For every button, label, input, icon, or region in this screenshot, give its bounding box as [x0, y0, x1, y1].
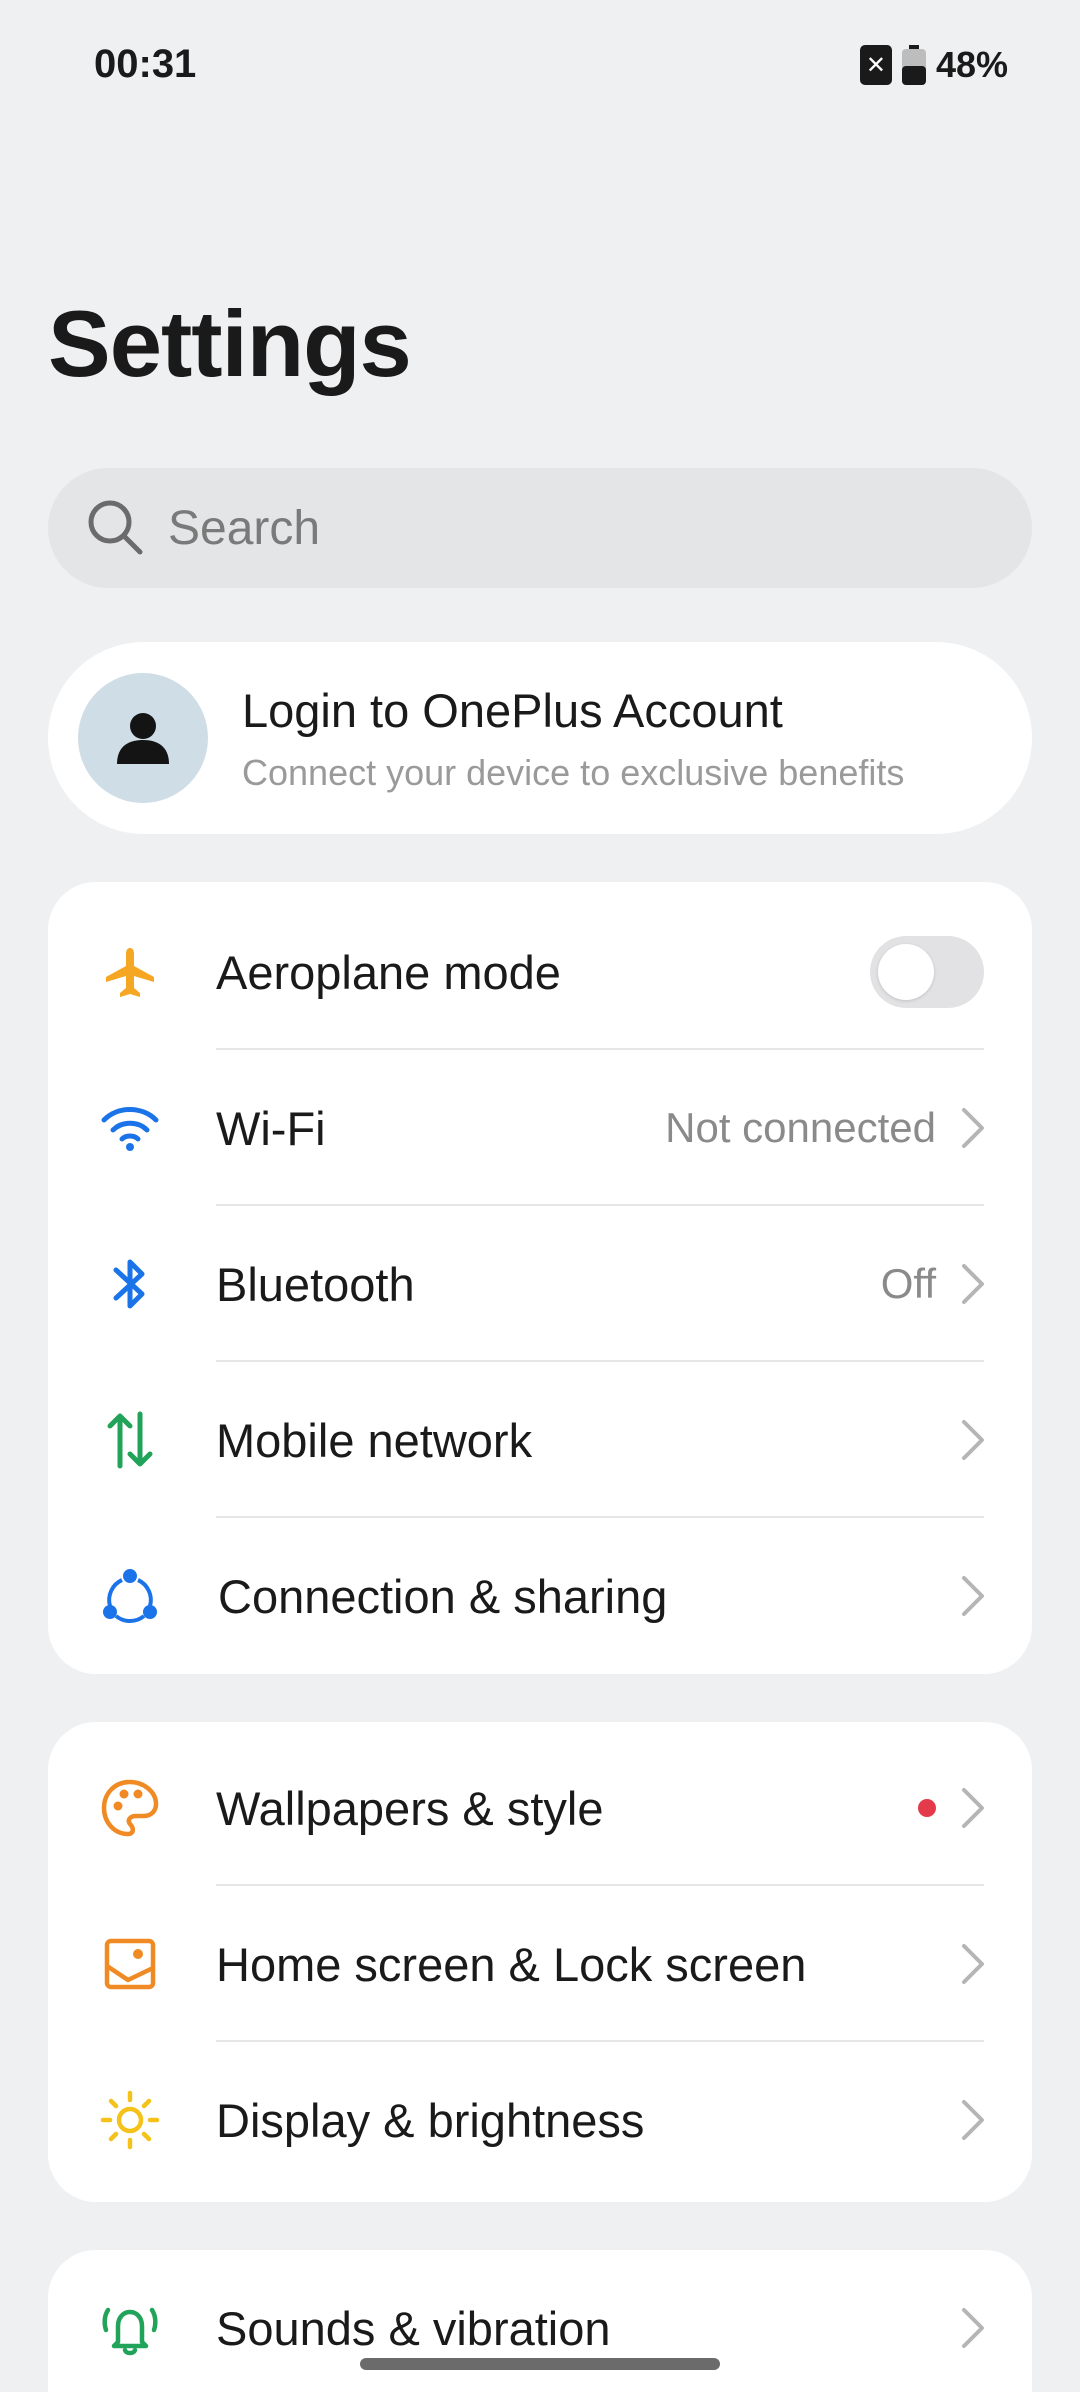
status-icons: ✕ 48% — [859, 44, 1008, 86]
chevron-right-icon — [962, 1944, 984, 1984]
mobile-network-label: Mobile network — [216, 1413, 533, 1467]
display-brightness-row[interactable]: Display & brightness — [48, 2042, 1032, 2198]
wifi-label: Wi-Fi — [216, 1101, 326, 1155]
home-lock-screen-label: Home screen & Lock screen — [216, 1937, 807, 1991]
status-bar: 00:31 ✕ 48% — [0, 0, 1080, 136]
search-input[interactable]: Search — [48, 468, 1032, 588]
sounds-vibration-label: Sounds & vibration — [216, 2301, 611, 2355]
bluetooth-label: Bluetooth — [216, 1257, 415, 1311]
wallpapers-style-label: Wallpapers & style — [216, 1781, 604, 1835]
wifi-icon — [98, 1096, 162, 1160]
status-time: 00:31 — [94, 42, 197, 86]
home-indicator[interactable] — [360, 2358, 720, 2370]
display-brightness-label: Display & brightness — [216, 2093, 645, 2147]
chevron-right-icon — [962, 1576, 984, 1616]
home-lock-screen-row[interactable]: Home screen & Lock screen — [48, 1886, 1032, 2042]
aeroplane-mode-label: Aeroplane mode — [216, 945, 561, 999]
home-screen-icon — [98, 1932, 162, 1996]
connection-sharing-label: Connection & sharing — [218, 1569, 668, 1623]
aeroplane-mode-row[interactable]: Aeroplane mode — [48, 894, 1032, 1050]
sounds-vibration-row[interactable]: Sounds & vibration — [48, 2250, 1032, 2392]
bluetooth-icon — [98, 1252, 162, 1316]
chevron-right-icon — [962, 2308, 984, 2348]
battery-percent: 48% — [935, 44, 1008, 85]
bluetooth-row[interactable]: Bluetooth Off — [48, 1206, 1032, 1362]
brightness-icon — [98, 2088, 162, 2152]
toggle-knob — [878, 944, 934, 1000]
personalization-group: Wallpapers & style Home screen & Lock sc… — [48, 1722, 1032, 2202]
airplane-icon — [98, 940, 162, 1004]
wallpapers-style-row[interactable]: Wallpapers & style — [48, 1730, 1032, 1886]
account-subtitle: Connect your device to exclusive benefit… — [242, 751, 905, 793]
connectivity-group: Aeroplane mode Wi-Fi Not connected Bluet… — [48, 882, 1032, 1674]
battery-icon — [901, 45, 926, 85]
search-icon — [84, 496, 148, 560]
connection-sharing-row[interactable]: Connection & sharing — [48, 1518, 1032, 1674]
share-network-icon — [98, 1564, 162, 1628]
palette-icon — [98, 1776, 162, 1840]
mobile-network-row[interactable]: Mobile network — [48, 1362, 1032, 1518]
account-login-card[interactable]: Login to OnePlus Account Connect your de… — [48, 642, 1032, 834]
sound-group: Sounds & vibration — [48, 2250, 1032, 2392]
bell-icon — [98, 2296, 162, 2360]
notification-dot — [918, 1799, 936, 1817]
chevron-right-icon — [962, 1264, 984, 1304]
account-title: Login to OnePlus Account — [242, 683, 783, 737]
mobile-data-icon — [98, 1408, 162, 1472]
bluetooth-status: Off — [880, 1260, 936, 1307]
no-sim-icon: ✕ — [859, 45, 892, 85]
avatar — [78, 673, 208, 803]
chevron-right-icon — [962, 1788, 984, 1828]
wifi-status: Not connected — [665, 1104, 936, 1151]
page-title: Settings — [48, 291, 412, 396]
search-placeholder: Search — [168, 501, 321, 555]
wifi-row[interactable]: Wi-Fi Not connected — [48, 1050, 1032, 1206]
chevron-right-icon — [962, 2100, 984, 2140]
aeroplane-mode-toggle[interactable] — [870, 936, 984, 1008]
chevron-right-icon — [962, 1108, 984, 1148]
person-icon — [117, 713, 169, 764]
chevron-right-icon — [962, 1420, 984, 1460]
